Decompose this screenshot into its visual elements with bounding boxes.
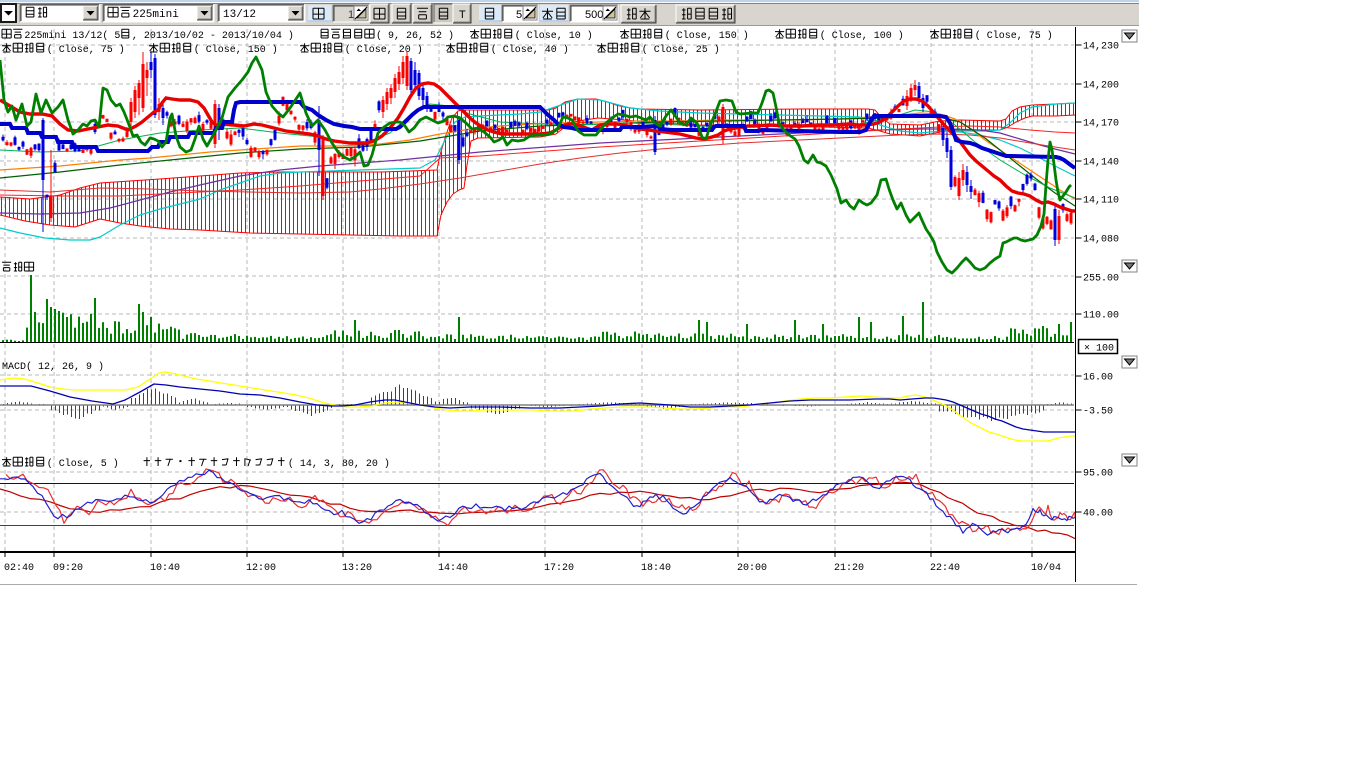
svg-text:( Close, 10 ): ( Close, 10 ) xyxy=(515,30,593,42)
svg-text:14,230: 14,230 xyxy=(1083,42,1119,53)
svg-text:( Close, 75 ): ( Close, 75 ) xyxy=(975,30,1053,42)
svg-text:T: T xyxy=(459,9,466,21)
svg-text:( Close, 25 ): ( Close, 25 ) xyxy=(642,44,720,56)
svg-text:MACD( 12, 26, 9 ): MACD( 12, 26, 9 ) xyxy=(2,361,104,373)
svg-text:02:40: 02:40 xyxy=(4,563,34,574)
svg-text:20:00: 20:00 xyxy=(737,563,767,574)
svg-text:( 9, 26, 52 ): ( 9, 26, 52 ) xyxy=(376,30,454,42)
svg-text:( Close, 100 ): ( Close, 100 ) xyxy=(820,30,904,42)
svg-text:, 2013/10/02 - 2013/10/04 ): , 2013/10/02 - 2013/10/04 ) xyxy=(132,30,294,42)
svg-text:( Close, 150 ): ( Close, 150 ) xyxy=(665,30,749,42)
svg-text:16.00: 16.00 xyxy=(1083,373,1113,384)
svg-text:13:20: 13:20 xyxy=(342,563,372,574)
svg-text:14,080: 14,080 xyxy=(1083,235,1119,246)
svg-text:40.00: 40.00 xyxy=(1083,509,1113,520)
svg-text:14,110: 14,110 xyxy=(1083,196,1119,207)
svg-text:( Close, 5 ): ( Close, 5 ) xyxy=(47,458,119,470)
svg-text:14,200: 14,200 xyxy=(1083,81,1119,92)
svg-text:10/04: 10/04 xyxy=(1031,562,1061,574)
svg-text:17:20: 17:20 xyxy=(544,563,574,574)
svg-text:14,170: 14,170 xyxy=(1083,119,1119,130)
svg-text:13/12: 13/12 xyxy=(223,9,256,21)
svg-text:14:40: 14:40 xyxy=(438,563,468,574)
svg-text:18:40: 18:40 xyxy=(641,563,671,574)
svg-text:( Close, 20 ): ( Close, 20 ) xyxy=(345,44,423,56)
svg-text:12:00: 12:00 xyxy=(246,563,276,574)
svg-text:( Close, 75 ): ( Close, 75 ) xyxy=(47,44,125,56)
svg-text:95.00: 95.00 xyxy=(1083,469,1113,480)
svg-text:5: 5 xyxy=(516,9,522,21)
svg-text:09:20: 09:20 xyxy=(53,563,83,574)
svg-text:-3.50: -3.50 xyxy=(1083,407,1113,418)
svg-text:225mini 13/12( 5: 225mini 13/12( 5 xyxy=(24,30,120,42)
svg-text:14,140: 14,140 xyxy=(1083,158,1119,169)
svg-text:1: 1 xyxy=(348,9,354,21)
svg-text:110.00: 110.00 xyxy=(1083,311,1119,322)
svg-text:( 14, 3, 80, 20 ): ( 14, 3, 80, 20 ) xyxy=(288,458,390,470)
svg-text:( Close, 150 ): ( Close, 150 ) xyxy=(194,44,278,56)
svg-text:500: 500 xyxy=(585,9,603,21)
svg-text:( Close, 40 ): ( Close, 40 ) xyxy=(491,44,569,56)
svg-text:22:40: 22:40 xyxy=(930,563,960,574)
svg-text:10:40: 10:40 xyxy=(150,563,180,574)
svg-text:225mini: 225mini xyxy=(133,9,180,21)
svg-text:× 100: × 100 xyxy=(1084,344,1114,355)
svg-text:255.00: 255.00 xyxy=(1083,274,1119,285)
svg-text:21:20: 21:20 xyxy=(834,563,864,574)
